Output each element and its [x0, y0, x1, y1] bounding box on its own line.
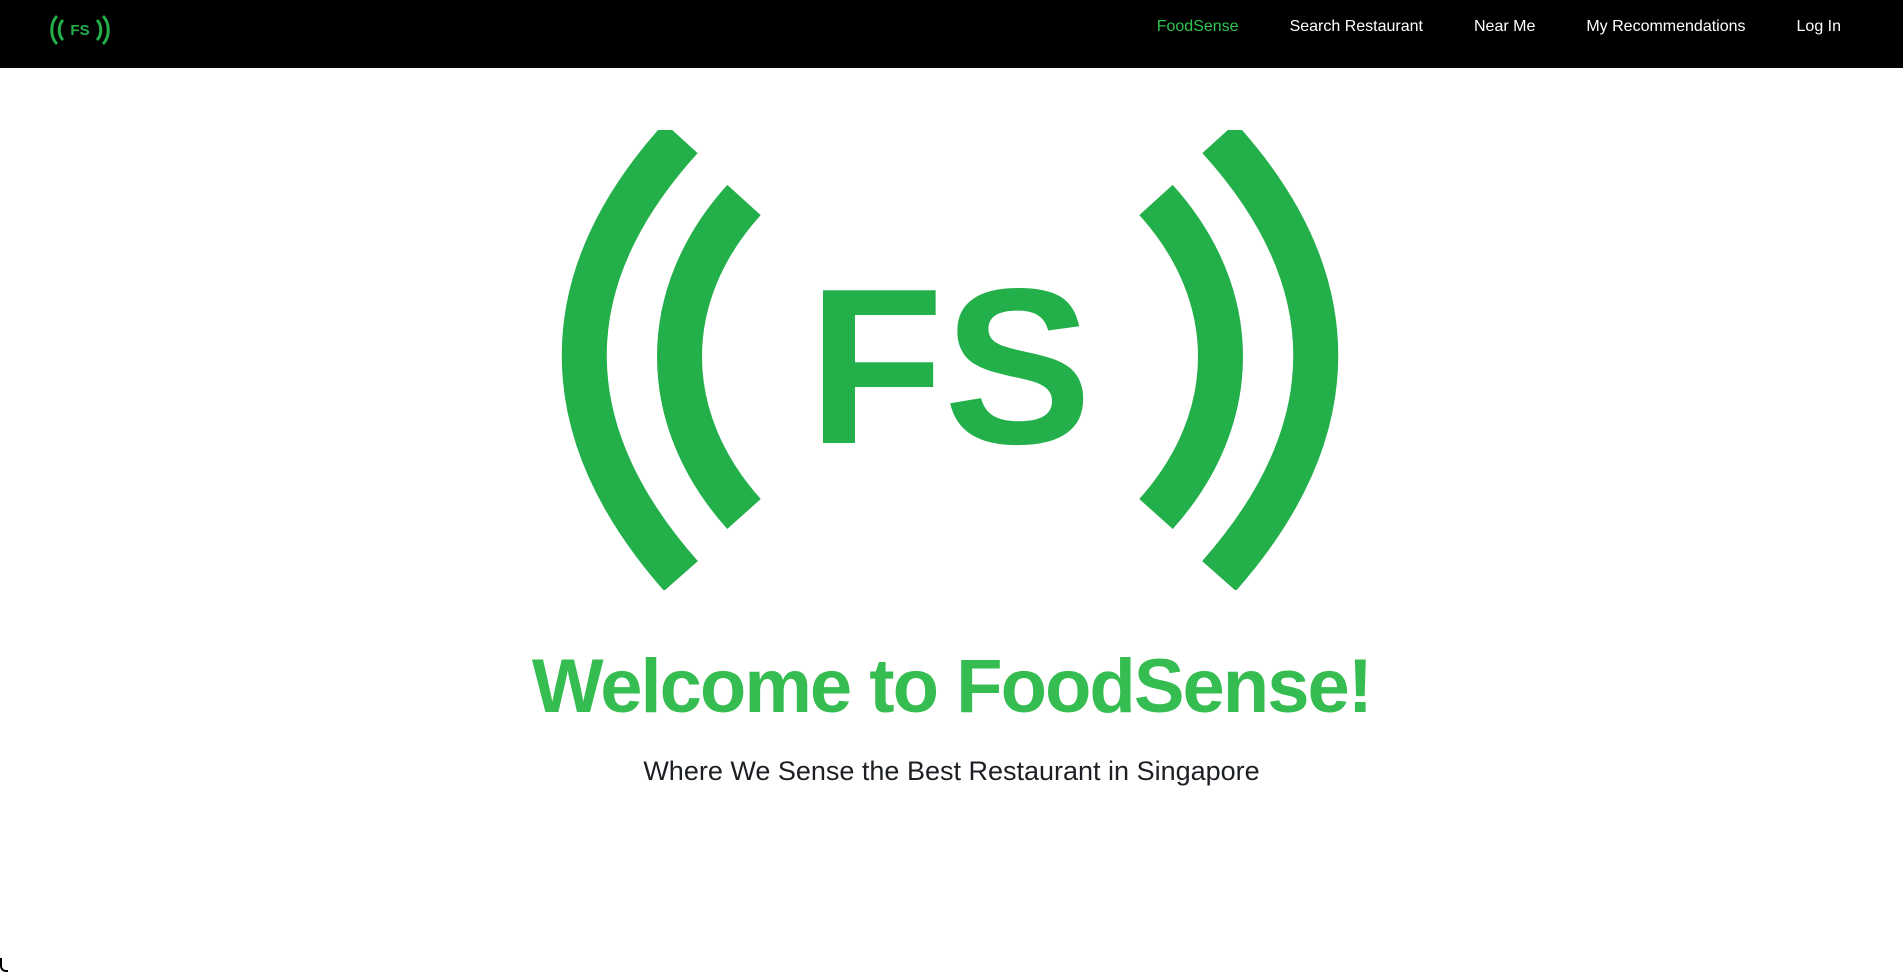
- nav-link-near-me[interactable]: Near Me: [1474, 18, 1535, 36]
- hero-logo-text: FS: [808, 243, 1092, 491]
- nav-links: FoodSense Search Restaurant Near Me My R…: [1106, 0, 1841, 54]
- nav-link-search-restaurant[interactable]: Search Restaurant: [1290, 18, 1423, 36]
- right-inner-arc: [1139, 184, 1243, 530]
- welcome-title: Welcome to FoodSense!: [531, 644, 1373, 729]
- nav-link-my-recommendations[interactable]: My Recommendations: [1586, 18, 1745, 36]
- tagline: Where We Sense the Best Restaurant in Si…: [643, 756, 1260, 786]
- left-inner-arc: [657, 184, 761, 530]
- nav-link-foodsense[interactable]: FoodSense: [1157, 18, 1239, 36]
- foodsense-logo-icon[interactable]: FS: [48, 12, 112, 48]
- hero-logo-icon: FS: [561, 130, 1339, 590]
- nav-logo-text: FS: [70, 22, 89, 39]
- navbar: FS FoodSense Search Restaurant Near Me M…: [0, 0, 1903, 68]
- corner-mark: [0, 958, 8, 972]
- nav-link-log-in[interactable]: Log In: [1797, 18, 1841, 36]
